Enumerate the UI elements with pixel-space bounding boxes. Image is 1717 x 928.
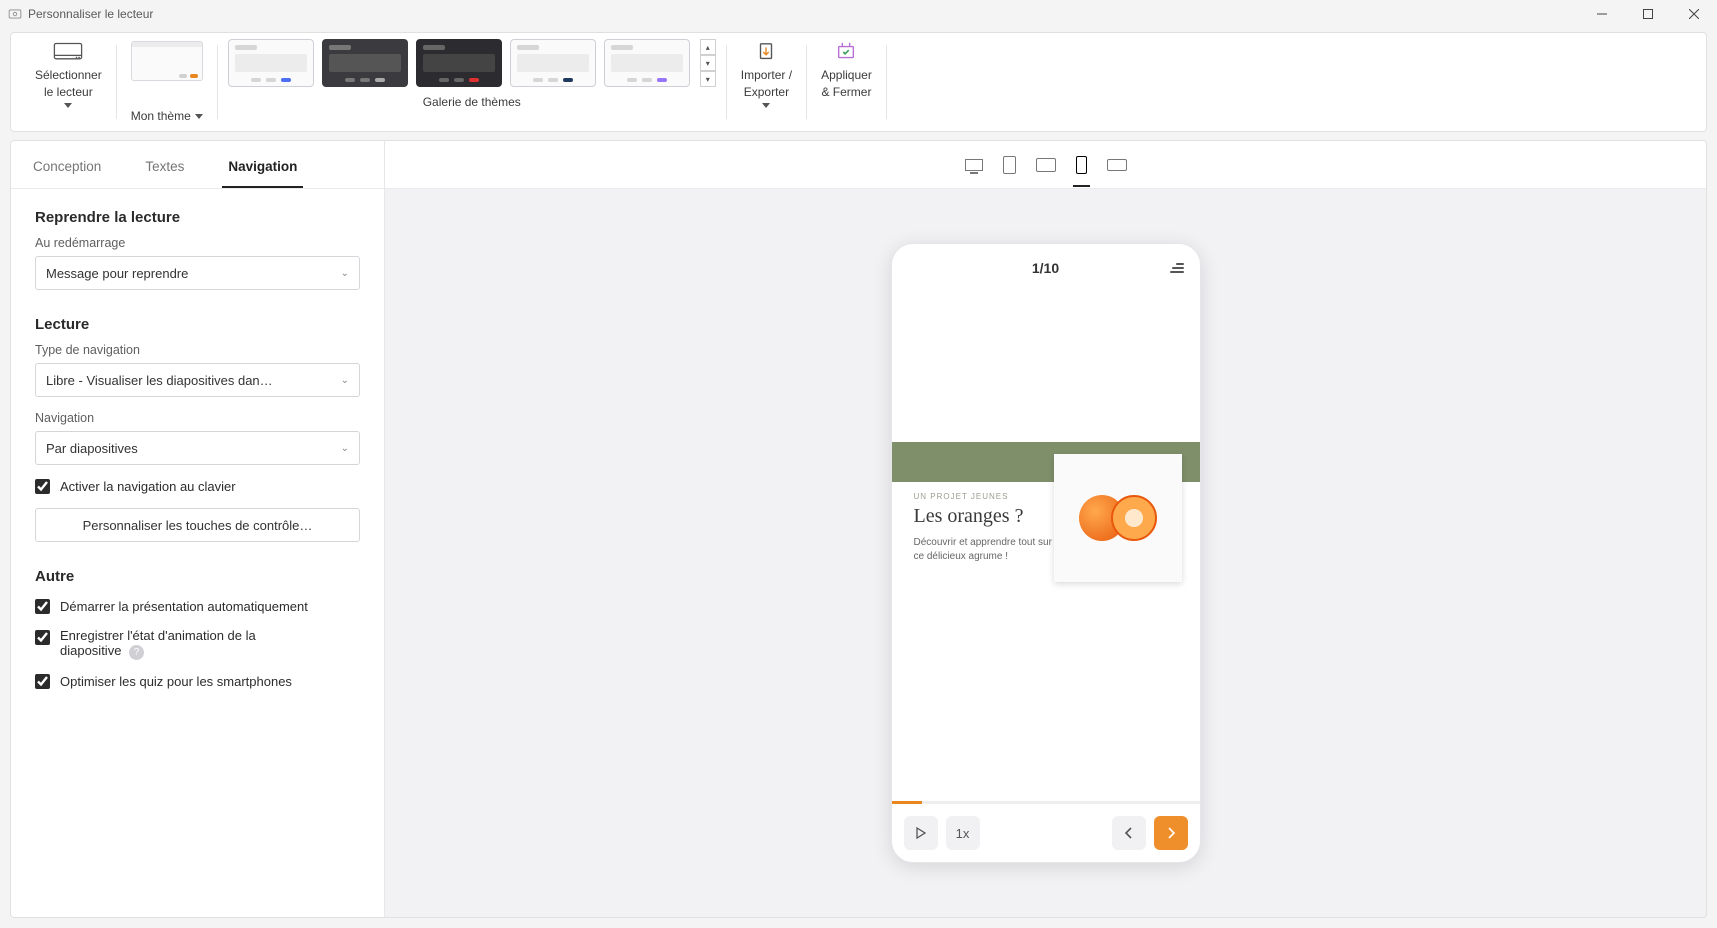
select-player-label: Sélectionner le lecteur [35, 67, 102, 101]
auto-start-input[interactable] [35, 599, 50, 614]
help-icon[interactable]: ? [129, 645, 144, 660]
gallery-expand[interactable]: ▾ [700, 71, 716, 87]
device-phone-portrait[interactable] [1076, 156, 1087, 174]
phone-preview: 1/10 UN PROJET JEUNES [891, 243, 1201, 863]
chevron-down-icon: ⌄ [341, 268, 349, 279]
keyboard-nav-label: Activer la navigation au clavier [60, 479, 236, 494]
my-theme-label: Mon thème [131, 109, 191, 123]
keyboard-nav-input[interactable] [35, 479, 50, 494]
on-restart-select[interactable]: Message pour reprendre ⌄ [35, 256, 360, 290]
device-desktop[interactable] [965, 159, 983, 171]
device-tablet-portrait[interactable] [1003, 156, 1016, 174]
minimize-button[interactable] [1579, 0, 1625, 28]
progress-bar[interactable] [892, 801, 1200, 804]
my-theme-thumbnail [131, 41, 203, 81]
select-player-button[interactable]: Sélectionner le lecteur [35, 41, 102, 108]
other-heading: Autre [35, 568, 360, 585]
gallery-scroll-up[interactable]: ▴ [700, 39, 716, 55]
slide-desc: Découvrir et apprendre tout sur ce délic… [914, 536, 1054, 564]
slide-counter: 1/10 [1032, 260, 1059, 276]
auto-start-label: Démarrer la présentation automatiquement [60, 599, 308, 614]
tab-navigation[interactable]: Navigation [206, 159, 319, 188]
theme-gallery-item[interactable] [510, 39, 596, 87]
on-restart-value: Message pour reprendre [46, 266, 188, 281]
navigation-value: Par diapositives [46, 441, 138, 456]
nav-type-label: Type de navigation [35, 343, 360, 357]
optimize-quiz-input[interactable] [35, 674, 50, 689]
auto-start-checkbox[interactable]: Démarrer la présentation automatiquement [35, 599, 360, 614]
maximize-button[interactable] [1625, 0, 1671, 28]
save-anim-input[interactable] [35, 630, 50, 645]
import-export-label: Importer / Exporter [741, 67, 792, 101]
keyboard-nav-checkbox[interactable]: Activer la navigation au clavier [35, 479, 360, 494]
speed-button[interactable]: 1x [946, 816, 980, 850]
resume-heading: Reprendre la lecture [35, 209, 360, 226]
gallery-caption: Galerie de thèmes [423, 95, 521, 109]
import-export-button[interactable]: Importer / Exporter [741, 41, 792, 108]
chevron-down-icon [195, 114, 203, 119]
apply-close-label: Appliquer & Fermer [821, 67, 872, 101]
chevron-down-icon [64, 103, 72, 108]
on-restart-label: Au redémarrage [35, 236, 360, 250]
gallery-scroll-down[interactable]: ▾ [700, 55, 716, 71]
optimize-quiz-label: Optimiser les quiz pour les smartphones [60, 674, 292, 689]
nav-type-value: Libre - Visualiser les diapositives dans… [46, 373, 276, 388]
chevron-down-icon: ⌄ [341, 375, 349, 386]
apply-close-button[interactable]: Appliquer & Fermer [821, 41, 872, 101]
save-anim-checkbox[interactable]: Enregistrer l'état d'animation de la dia… [35, 628, 360, 660]
chevron-right-icon [1165, 827, 1177, 839]
outline-menu-icon[interactable] [1170, 263, 1184, 273]
device-phone-landscape[interactable] [1107, 159, 1127, 171]
import-export-icon [749, 41, 783, 63]
nav-type-select[interactable]: Libre - Visualiser les diapositives dans… [35, 363, 360, 397]
play-button[interactable] [904, 816, 938, 850]
slide-title: Les oranges ? [914, 505, 1054, 528]
chevron-down-icon [762, 103, 770, 108]
slide-kicker: UN PROJET JEUNES [914, 492, 1054, 501]
optimize-quiz-checkbox[interactable]: Optimiser les quiz pour les smartphones [35, 674, 360, 689]
next-button[interactable] [1154, 816, 1188, 850]
my-theme-button[interactable]: Mon thème [117, 39, 217, 125]
chevron-left-icon [1123, 827, 1135, 839]
theme-gallery-item[interactable] [228, 39, 314, 87]
playback-heading: Lecture [35, 316, 360, 333]
tab-textes[interactable]: Textes [123, 159, 206, 188]
navigation-label: Navigation [35, 411, 360, 425]
theme-gallery-item[interactable] [416, 39, 502, 87]
theme-gallery-item[interactable] [322, 39, 408, 87]
device-tablet-landscape[interactable] [1036, 158, 1056, 172]
save-anim-label: Enregistrer l'état d'animation de la dia… [60, 628, 256, 658]
customize-keys-button[interactable]: Personnaliser les touches de contrôle… [35, 508, 360, 542]
tab-conception[interactable]: Conception [11, 159, 123, 188]
play-icon [915, 827, 927, 839]
player-icon [51, 41, 85, 63]
theme-gallery-item[interactable] [604, 39, 690, 87]
apply-close-icon [829, 41, 863, 63]
navigation-select[interactable]: Par diapositives ⌄ [35, 431, 360, 465]
slide-image [1054, 454, 1182, 582]
window-title: Personnaliser le lecteur [28, 7, 153, 21]
prev-button[interactable] [1112, 816, 1146, 850]
chevron-down-icon: ⌄ [341, 443, 349, 454]
app-icon [8, 7, 22, 21]
close-button[interactable] [1671, 0, 1717, 28]
